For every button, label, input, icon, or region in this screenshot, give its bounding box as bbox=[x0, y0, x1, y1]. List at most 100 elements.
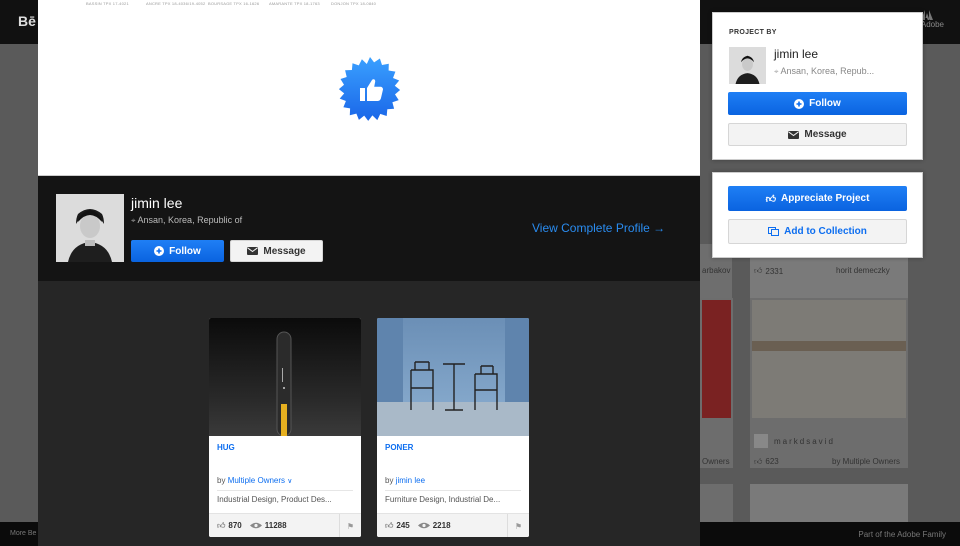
follow-label: Follow bbox=[169, 245, 201, 257]
divider bbox=[217, 490, 353, 491]
gallery-owner[interactable]: by Multiple Owners bbox=[832, 457, 900, 466]
project-modal: BASSIN TPX 17-4021 ANCRE TPX 18-4036/19-… bbox=[38, 0, 700, 546]
collection-icon bbox=[768, 227, 780, 236]
flag-icon[interactable]: ⚑ bbox=[507, 514, 529, 537]
behance-logo[interactable]: Bē bbox=[18, 13, 36, 29]
add-to-collection-button[interactable]: Add to Collection bbox=[728, 219, 907, 244]
project-by-label: PROJECT BY bbox=[729, 29, 777, 36]
envelope-icon bbox=[247, 247, 259, 255]
follow-label: Follow bbox=[809, 98, 841, 109]
views: 2218 bbox=[417, 521, 451, 530]
divider bbox=[385, 490, 521, 491]
footer-more[interactable]: More Be bbox=[10, 530, 36, 537]
thumbs-up-icon bbox=[338, 57, 401, 121]
appreciations: 👍︎ 245 bbox=[385, 521, 410, 531]
thumbs-up-icon: 👍︎ bbox=[385, 520, 394, 530]
appreciation-count: 245 bbox=[396, 521, 410, 530]
message-label: Message bbox=[263, 245, 306, 257]
project-stats: 👍︎ 870 11288 ⚑ bbox=[209, 513, 361, 537]
footer-adobe-family[interactable]: Part of the Adobe Family bbox=[858, 530, 946, 539]
gallery-likes: 2331 bbox=[765, 266, 784, 276]
project-actions-panel: 👍︎ Appreciate Project Add to Collection bbox=[712, 172, 923, 258]
owner-avatar[interactable] bbox=[729, 47, 766, 84]
more-projects: HUG by Multiple Owners ∨ Industrial Desi… bbox=[38, 281, 700, 546]
owner-location-text: Ansan, Korea, Repub... bbox=[780, 66, 875, 76]
gallery-stats: 👍︎ 623 bbox=[754, 457, 779, 467]
collection-label: Add to Collection bbox=[784, 226, 867, 237]
owners-link[interactable]: Multiple Owners bbox=[228, 476, 285, 485]
owner-location: ⌖ Ansan, Korea, Republic of bbox=[131, 215, 242, 226]
color-label: AMARANTE TPX 18-1763 bbox=[269, 1, 320, 6]
color-label: BOURSAGE TPX 16-1626 bbox=[208, 1, 260, 6]
view-count: 11288 bbox=[264, 521, 287, 530]
color-label: BASSIN TPX 17-4021 bbox=[86, 1, 129, 6]
gallery-owner-row: markdsavid bbox=[754, 434, 835, 448]
gallery-owner[interactable]: horit demeczky bbox=[836, 266, 890, 275]
color-label: ANCRE TPX 18-4036/19-4052 bbox=[146, 1, 206, 6]
project-card[interactable]: HUG by Multiple Owners ∨ Industrial Desi… bbox=[209, 318, 361, 537]
project-fields[interactable]: Industrial Design, Product Des... bbox=[217, 495, 355, 504]
appreciate-project-button[interactable]: 👍︎ Appreciate Project bbox=[728, 186, 907, 211]
owner-location: ⌖ Ansan, Korea, Repub... bbox=[774, 66, 874, 77]
thumbs-up-icon: 👍︎ bbox=[754, 457, 763, 466]
follow-button[interactable]: Follow bbox=[728, 92, 907, 115]
adobe-logo[interactable]: Adobe bbox=[920, 10, 944, 30]
color-label: DONJON TPX 18-0840 bbox=[331, 1, 377, 6]
envelope-icon bbox=[788, 130, 800, 139]
follow-button[interactable]: Follow bbox=[131, 240, 224, 262]
message-button[interactable]: Message bbox=[230, 240, 323, 262]
appreciation-count: 870 bbox=[228, 521, 242, 530]
project-card[interactable]: PONER by jimin lee Furniture Design, Ind… bbox=[377, 318, 529, 537]
gallery-owner[interactable]: Owners bbox=[702, 457, 730, 466]
gallery-owner[interactable]: arbakov bbox=[702, 266, 730, 275]
project-by-panel: PROJECT BY jimin lee ⌖ Ansan, Korea, Rep… bbox=[712, 12, 923, 160]
project-thumbnail[interactable] bbox=[209, 318, 361, 436]
project-title[interactable]: HUG bbox=[217, 443, 235, 452]
person-photo-icon bbox=[56, 194, 124, 262]
gallery-card[interactable] bbox=[750, 484, 908, 524]
adobe-label: Adobe bbox=[920, 20, 944, 29]
view-complete-profile-link[interactable]: View Complete Profile → bbox=[532, 221, 665, 235]
views: 11288 bbox=[249, 521, 287, 530]
project-thumbnail[interactable] bbox=[377, 318, 529, 436]
owner-location-text: Ansan, Korea, Republic of bbox=[137, 215, 243, 225]
gallery-likes: 623 bbox=[765, 457, 779, 466]
project-stats: 👍︎ 245 2218 ⚑ bbox=[377, 513, 529, 537]
thumbs-up-icon: 👍︎ bbox=[217, 520, 226, 530]
gallery-stats: 👍︎ 2331 bbox=[754, 266, 783, 276]
project-fields[interactable]: Furniture Design, Industrial De... bbox=[385, 495, 523, 504]
location-pin-icon: ⌖ bbox=[131, 216, 136, 225]
avatar[interactable] bbox=[754, 434, 768, 448]
owner-link[interactable]: jimin lee bbox=[396, 476, 425, 485]
gallery-card[interactable] bbox=[700, 298, 733, 468]
gallery-owner-name[interactable]: markdsavid bbox=[774, 437, 835, 446]
thumbs-up-icon: 👍︎ bbox=[765, 193, 777, 205]
chevron-down-icon[interactable]: ∨ bbox=[287, 478, 292, 485]
location-pin-icon: ⌖ bbox=[774, 67, 779, 76]
appreciations: 👍︎ 870 bbox=[217, 521, 242, 531]
owner-name[interactable]: jimin lee bbox=[774, 47, 818, 61]
by-prefix: by bbox=[217, 476, 226, 485]
eye-icon bbox=[249, 522, 262, 529]
plus-circle-icon bbox=[794, 98, 805, 109]
project-owners: by Multiple Owners ∨ bbox=[217, 476, 292, 485]
project-content: BASSIN TPX 17-4021 ANCRE TPX 18-4036/19-… bbox=[38, 0, 700, 176]
owner-name[interactable]: jimin lee bbox=[131, 195, 182, 211]
eye-icon bbox=[417, 522, 430, 529]
product-image bbox=[377, 318, 529, 436]
product-image bbox=[276, 331, 292, 436]
appreciate-badge[interactable] bbox=[336, 57, 404, 125]
view-count: 2218 bbox=[432, 521, 451, 530]
appreciate-label: Appreciate Project bbox=[781, 193, 870, 204]
by-prefix: by bbox=[385, 476, 394, 485]
plus-circle-icon bbox=[154, 246, 165, 256]
message-button[interactable]: Message bbox=[728, 123, 907, 146]
flag-icon[interactable]: ⚑ bbox=[339, 514, 361, 537]
owner-avatar[interactable] bbox=[56, 194, 124, 262]
thumbs-up-icon: 👍︎ bbox=[754, 266, 763, 275]
owner-bar: jimin lee ⌖ Ansan, Korea, Republic of Fo… bbox=[38, 176, 700, 281]
gallery-card[interactable] bbox=[700, 484, 733, 524]
message-label: Message bbox=[804, 129, 847, 140]
person-photo-icon bbox=[729, 47, 766, 84]
project-title[interactable]: PONER bbox=[385, 443, 413, 452]
